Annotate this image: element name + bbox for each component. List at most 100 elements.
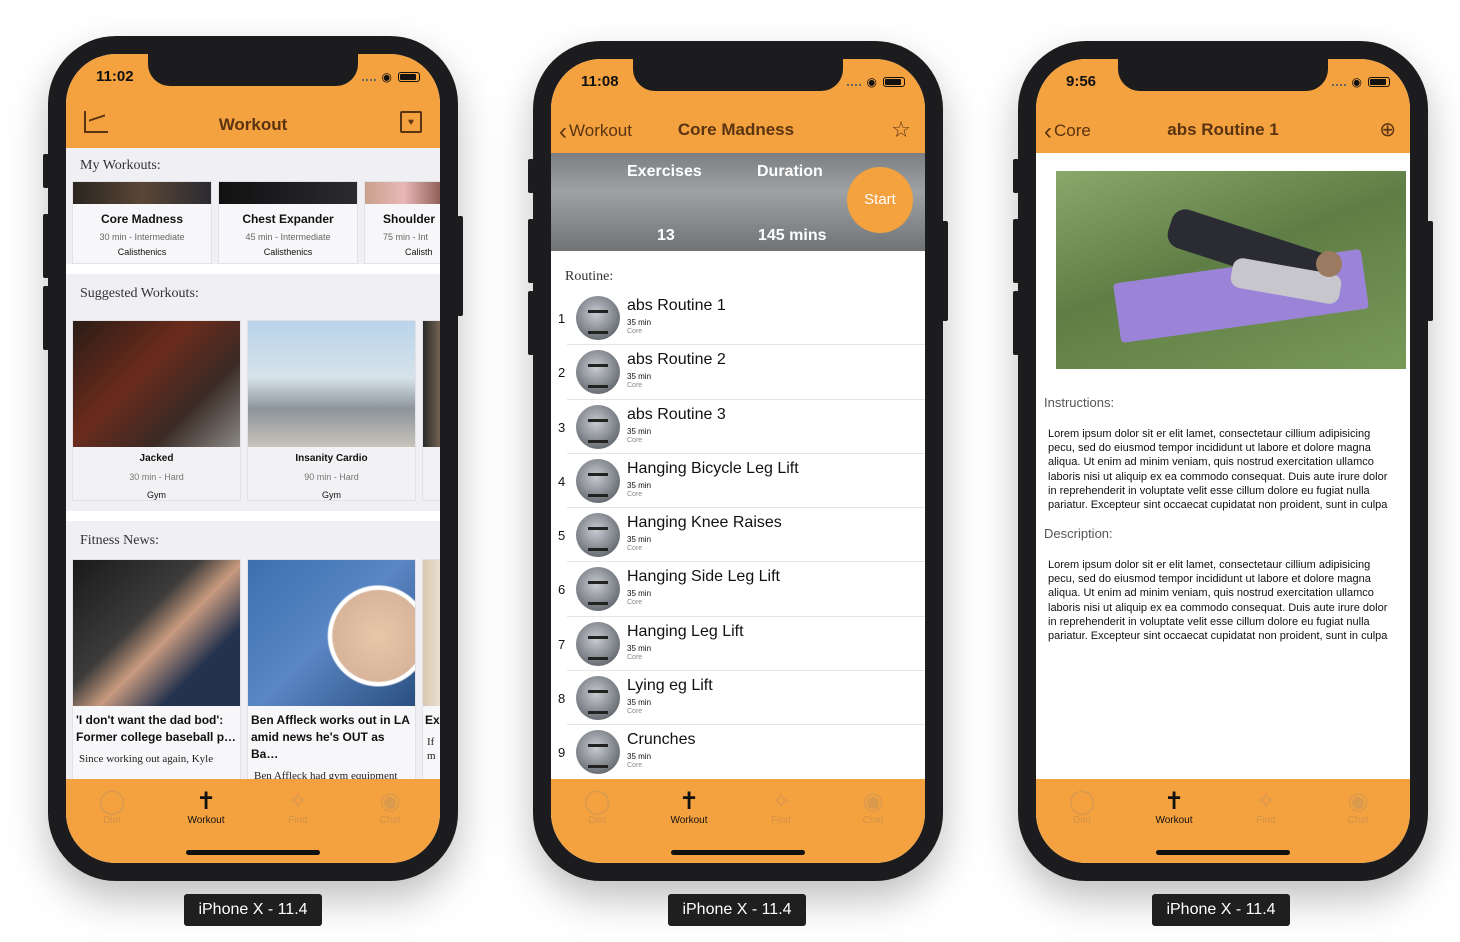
my-workouts-carousel[interactable]: Core Madness 30 min - Intermediate Calis… [66, 181, 440, 264]
routine-number: 3 [558, 419, 566, 435]
star-icon[interactable]: ☆ [891, 117, 911, 143]
tab-find[interactable]: ✧ Find [1236, 787, 1296, 826]
status-icons: ◉ [361, 70, 420, 84]
fitness-news-heading: Fitness News: [80, 533, 159, 548]
routine-row[interactable]: 9 Crunches 35 min Core [558, 725, 925, 779]
exercise-avatar [576, 567, 620, 612]
device-label: iPhone X - 11.4 [668, 894, 806, 926]
my-workout-card[interactable]: Core Madness 30 min - Intermediate Calis… [72, 181, 212, 264]
tab-find[interactable]: ✧ Find [268, 787, 328, 826]
routine-duration: 35 min [627, 698, 652, 708]
news-card[interactable]: Ex If m [422, 559, 440, 779]
routine-row[interactable]: 8 Lying eg Lift 35 min Core [558, 671, 925, 726]
routine-number: 4 [558, 473, 566, 489]
tab-label: Workout [1155, 815, 1193, 826]
news-card[interactable]: Ben Affleck works out in LA amid news he… [247, 559, 416, 779]
routine-row[interactable]: 3 abs Routine 3 35 min Core [558, 400, 925, 454]
exercise-figure-icon: ✝ [1163, 788, 1185, 815]
tab-diet[interactable]: ◯ Diet [82, 787, 142, 826]
routine-row[interactable]: 6 Hanging Side Leg Lift 35 min Core [558, 562, 925, 617]
routine-row[interactable]: 2 abs Routine 2 35 min Core [558, 345, 925, 400]
apple-icon: ◯ [583, 788, 611, 815]
my-workout-card[interactable]: Shoulder 75 min - Int Calisth [364, 181, 440, 264]
exercises-label: Exercises [627, 163, 702, 180]
home-indicator[interactable] [1156, 850, 1290, 855]
workout-meta: 30 min - Intermediate [99, 232, 185, 242]
tab-chat[interactable]: ◉ Chat [1328, 787, 1388, 826]
tab-chat[interactable]: ◉ Chat [360, 787, 420, 826]
tab-label: Find [771, 815, 791, 826]
exercise-avatar [576, 296, 620, 340]
routine-category: Core [627, 436, 643, 444]
tab-find[interactable]: ✧ Find [751, 787, 811, 826]
routine-list[interactable]: 1 abs Routine 1 35 min Core 2 abs Routin… [551, 291, 925, 779]
news-headline: 'I don't want the dad bod': Former colle… [76, 713, 237, 744]
status-icons: ◉ [1331, 75, 1390, 89]
battery-icon [883, 77, 905, 87]
tab-label: Find [1256, 815, 1276, 826]
tab-bar: ◯ Diet ✝ Workout ✧ Find ◉ Chat [1036, 779, 1410, 863]
chevron-left-icon: ‹ [559, 118, 567, 145]
routine-category: Core [627, 490, 643, 498]
instructions-heading: Instructions: [1044, 395, 1115, 410]
tab-workout[interactable]: ✝ Workout [659, 787, 719, 826]
exercise-avatar [576, 730, 620, 775]
routine-name: Lying eg Lift [627, 677, 713, 695]
routine-number: 6 [558, 582, 566, 598]
workout-category: Calisth [405, 247, 433, 257]
notch [1118, 59, 1328, 91]
fitness-news-carousel[interactable]: 'I don't want the dad bod': Former colle… [66, 559, 440, 779]
tab-bar: ◯ Diet ✝ Workout ✧ Find ◉ Chat [66, 779, 440, 863]
routine-name: Hanging Bicycle Leg Lift [627, 459, 799, 477]
workout-summary-banner: Exercises Duration 13 145 mins Start [551, 153, 925, 251]
exercise-avatar [576, 676, 620, 721]
routine-row[interactable]: 7 Hanging Leg Lift 35 min Core [558, 617, 925, 672]
routine-category: Core [627, 762, 643, 770]
duration-value: 145 mins [758, 227, 827, 244]
news-photo [248, 560, 415, 706]
home-indicator[interactable] [671, 850, 805, 855]
routine-row[interactable]: 4 Hanging Bicycle Leg Lift 35 min Core [558, 454, 925, 509]
home-indicator[interactable] [186, 850, 320, 855]
workout-photo [423, 321, 440, 447]
status-time: 11:02 [96, 68, 134, 85]
start-button[interactable]: Start [847, 167, 913, 233]
routine-number: 7 [558, 636, 566, 652]
workout-scroll-content[interactable]: My Workouts: Core Madness 30 min - Inter… [66, 148, 440, 779]
my-workout-card[interactable]: Chest Expander 45 min - Intermediate Cal… [218, 181, 358, 264]
suggested-workouts-carousel[interactable]: Jacked 30 min - Hard Gym Insanity Cardio… [66, 320, 440, 501]
tab-workout[interactable]: ✝ Workout [176, 787, 236, 826]
news-card[interactable]: 'I don't want the dad bod': Former colle… [72, 559, 241, 779]
exercises-count: 13 [657, 227, 675, 244]
workout-meta: 75 min - Int [383, 232, 429, 242]
tab-label: Diet [103, 815, 121, 826]
tab-diet[interactable]: ◯ Diet [567, 787, 627, 826]
routine-row[interactable]: 1 abs Routine 1 35 min Core [558, 291, 925, 346]
suggested-workout-card[interactable]: Jacked 30 min - Hard Gym [72, 320, 241, 501]
routine-duration: 35 min [627, 643, 652, 653]
suggested-workout-card[interactable] [422, 320, 440, 501]
routine-row[interactable]: 5 Hanging Knee Raises 35 min Core [558, 508, 925, 563]
tab-bar: ◯ Diet ✝ Workout ✧ Find ◉ Chat [551, 779, 925, 863]
tab-chat[interactable]: ◉ Chat [843, 787, 903, 826]
power-button [1427, 221, 1433, 321]
tab-workout[interactable]: ✝ Workout [1144, 787, 1204, 826]
routine-name: Hanging Leg Lift [627, 622, 744, 640]
favorites-box-icon[interactable]: ♥ [400, 111, 422, 133]
exercise-photo [1056, 171, 1406, 369]
add-circle-icon[interactable]: ⊕ [1379, 117, 1396, 142]
chat-people-icon: ◉ [862, 788, 884, 815]
exercise-avatar [576, 513, 620, 558]
volume-down-button [528, 291, 534, 355]
tab-diet[interactable]: ◯ Diet [1052, 787, 1112, 826]
description-heading: Description: [1044, 526, 1113, 541]
exercise-avatar [576, 621, 620, 666]
suggested-workout-card[interactable]: Insanity Cardio 90 min - Hard Gym [247, 320, 416, 501]
routine-number: 5 [558, 528, 566, 544]
exercise-avatar [576, 458, 620, 503]
page-title: Core Madness [677, 120, 795, 139]
status-icons: ◉ [846, 75, 905, 89]
tab-label: Diet [1073, 815, 1091, 826]
routine-name: Crunches [627, 731, 696, 749]
workout-category: Gym [147, 490, 166, 500]
